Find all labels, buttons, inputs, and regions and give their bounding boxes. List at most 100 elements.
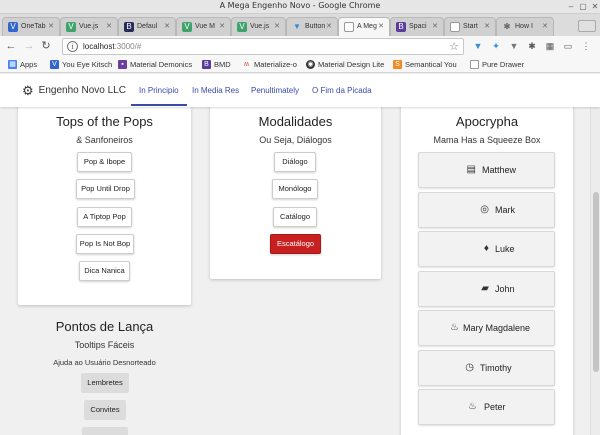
extension-bird-icon[interactable]: ✦ (490, 40, 502, 52)
nav-link-in-media-res[interactable]: In Media Res (192, 86, 239, 95)
browser-tab[interactable]: V Vue M ✕ (176, 17, 231, 36)
apocrypha-item-timothy[interactable]: ◷ Timothy (418, 350, 555, 386)
browser-tab[interactable]: V Vue.js ✕ (60, 17, 118, 36)
reload-icon[interactable]: ↻ (39, 39, 53, 53)
apocrypha-item-mary-magdalene[interactable]: ♨ Mary Magdalene (418, 310, 555, 346)
address-url[interactable]: localhost:3000/# (83, 42, 141, 51)
tab-favicon-icon: V (66, 22, 76, 32)
tab-close-icon[interactable]: ✕ (542, 18, 548, 36)
tiptop-pop-button[interactable]: A Tiptop Pop (77, 207, 132, 227)
dica-nanica-button[interactable]: Dica Nanica (79, 261, 130, 281)
bookmarks-bar: ▦ Apps V You Eye Kitsch ▪ Material Demonics… (0, 57, 600, 73)
scrollbar-thumb[interactable] (593, 192, 599, 372)
back-arrow-icon[interactable]: ← (4, 39, 18, 53)
browser-toolbar: ← → ↻ i localhost:3000/# ☆ ▼ ✦ ▼ ✱ ▦ ▭ ⋮ (0, 36, 600, 57)
browser-tab[interactable]: B Spaci ✕ (390, 17, 444, 36)
apocrypha-item-john[interactable]: ▰ John (418, 271, 555, 307)
clock-icon: ◷ (465, 362, 474, 373)
extension-grid-icon[interactable]: ▦ (544, 40, 556, 52)
list-icon: ▤ (466, 164, 476, 175)
apocrypha-item-label: Mark (495, 205, 515, 215)
b-icon: B (202, 60, 211, 69)
close-window-icon[interactable]: ✕ (590, 2, 600, 12)
new-tab-button[interactable] (578, 20, 596, 32)
tab-strip: V OneTab ✕ V Vue.js ✕ B Defaul ✕ V Vue M… (0, 14, 600, 36)
tab-label: Vue.js (250, 23, 270, 30)
tab-favicon-icon: B (124, 22, 134, 32)
apocrypha-item-luke[interactable]: ♦ Luke (418, 231, 555, 267)
tab-close-icon[interactable]: ✕ (378, 18, 384, 36)
browser-tab[interactable]: Start ✕ (444, 17, 496, 36)
forward-arrow-icon[interactable]: → (22, 39, 36, 53)
book-icon: ▰ (481, 283, 489, 294)
tab-close-icon[interactable]: ✕ (48, 18, 54, 36)
tab-favicon-icon: ▼ (293, 22, 301, 31)
maximize-icon[interactable]: ▢ (578, 2, 588, 12)
tab-close-icon[interactable]: ✕ (106, 18, 112, 36)
tab-close-icon[interactable]: ✕ (164, 18, 170, 36)
modalidades-card: Modalidades Ou Seja, Diálogos Diálogo Mo… (210, 107, 381, 279)
nav-link-penultimately[interactable]: Penultimately (251, 86, 299, 95)
bookmark-item[interactable]: B BMD (202, 59, 231, 71)
brand-name: Engenho Novo LLC (38, 85, 126, 96)
bookmark-item[interactable]: Pure Drawer (470, 59, 524, 71)
bookmark-item[interactable]: ▪ Material Demonics (118, 59, 192, 71)
browser-tab[interactable]: V Vue.js ✕ (231, 17, 286, 36)
brand[interactable]: ⚙ Engenho Novo LLC (22, 83, 126, 99)
tab-label: Defaul (137, 23, 158, 30)
tab-close-icon[interactable]: ✕ (274, 18, 280, 36)
page-icon (470, 60, 479, 69)
address-bar[interactable]: i localhost:3000/# ☆ (62, 38, 464, 55)
bookmark-item[interactable]: V You Eye Kitsch (50, 59, 112, 71)
v-icon: V (50, 60, 59, 69)
convites-button[interactable]: Convites (84, 400, 126, 420)
browser-tab[interactable]: ▼ Button ✕ (286, 17, 338, 36)
dialogo-button[interactable]: Diálogo (274, 152, 316, 172)
tab-close-icon[interactable]: ✕ (432, 18, 438, 36)
browser-tab[interactable]: B Defaul ✕ (118, 17, 176, 36)
pop-ibope-button[interactable]: Pop & Ibope (77, 152, 132, 172)
bookmark-label: You Eye Kitsch (62, 60, 113, 69)
nav-link-in-principio[interactable]: In Principio (131, 86, 187, 106)
app-navbar: ⚙ Engenho Novo LLC In Principio In Media … (0, 74, 600, 107)
tab-close-icon[interactable]: ✕ (219, 18, 225, 36)
browser-tab[interactable]: V OneTab ✕ (2, 17, 60, 36)
page-scrollbar[interactable]: ▲ (590, 74, 600, 435)
gears-icon: ⚙ (22, 83, 34, 98)
bookmark-apps[interactable]: ▦ Apps (8, 59, 37, 71)
apocrypha-item-matthew[interactable]: ▤ Matthew (418, 152, 555, 188)
window-title: A Mega Engenho Novo - Google Chrome (219, 1, 381, 10)
browser-tab-active[interactable]: A Meg ✕ (338, 17, 390, 36)
tops-title: Tops of the Pops (56, 114, 153, 129)
tooltip-button-partial[interactable] (82, 427, 128, 435)
tab-favicon-icon (344, 22, 354, 32)
flame-icon: ♦ (483, 243, 489, 254)
extension-gear-icon[interactable]: ✱ (526, 40, 538, 52)
lembretes-button[interactable]: Lembretes (81, 373, 129, 393)
tab-close-icon[interactable]: ✕ (484, 18, 490, 36)
monologo-button[interactable]: Monólogo (272, 179, 318, 199)
apocrypha-title: Apocrypha (455, 114, 519, 129)
extension-vue-icon[interactable]: ▼ (472, 40, 484, 52)
tab-close-icon[interactable]: ✕ (326, 18, 332, 36)
escatalogo-button[interactable]: Escatálogo (270, 234, 321, 254)
apocrypha-item-peter[interactable]: ♨ Peter (418, 389, 555, 425)
bookmark-star-icon[interactable]: ☆ (449, 40, 459, 53)
browser-tab[interactable]: ✻ How I ✕ (496, 17, 554, 36)
bookmark-item[interactable]: ◉ Material Design Lite (306, 59, 384, 71)
apocrypha-item-mark[interactable]: ◎ Mark (418, 192, 555, 228)
extension-cast-icon[interactable]: ▭ (562, 40, 574, 52)
nav-link-o-fim-da-picada[interactable]: O Fim da Picada (312, 86, 372, 95)
apocrypha-item-label: Mary Magdalene (463, 323, 531, 333)
bookmark-item[interactable]: S Semantical You (393, 59, 457, 71)
pop-until-drop-button[interactable]: Pop Until Drop (76, 179, 135, 199)
catalogo-button[interactable]: Catálogo (273, 207, 317, 227)
pop-is-not-bop-button[interactable]: Pop Is Not Bop (76, 234, 134, 254)
menu-icon[interactable]: ⋮ (580, 40, 592, 52)
extension-funnel-icon[interactable]: ▼ (508, 40, 520, 52)
bookmark-item[interactable]: ʍ Materialize-o (242, 59, 297, 71)
info-icon[interactable]: i (67, 41, 78, 52)
minimize-icon[interactable]: – (566, 2, 576, 12)
tops-subtitle: & Sanfoneiros (76, 135, 133, 145)
apocrypha-item-label: Peter (484, 402, 506, 412)
